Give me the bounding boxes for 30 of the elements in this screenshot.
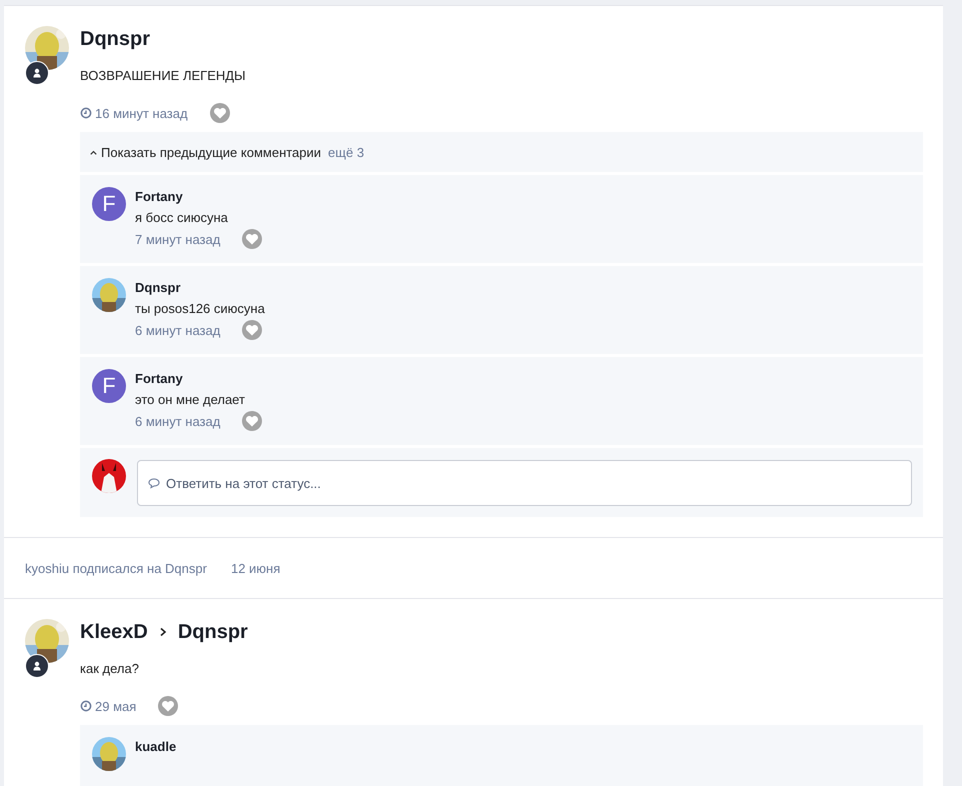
- status-text: как дела?: [80, 661, 140, 676]
- show-previous-comments-link[interactable]: Показать предыдущие комментарии: [101, 144, 322, 160]
- clock-icon: [80, 107, 92, 119]
- speech-bubble-icon: [148, 477, 160, 489]
- comment-time: 7 минут назад: [135, 232, 220, 246]
- reply-field[interactable]: Ответить на этот статус...: [137, 460, 912, 506]
- post-time: 29 мая: [95, 698, 136, 714]
- author-link[interactable]: KleexD: [80, 620, 148, 644]
- recipient-link[interactable]: Dqnspr: [178, 620, 248, 644]
- comment-time: 6 минут назад: [135, 322, 220, 338]
- letter-avatar: F: [92, 187, 126, 221]
- activity-text: kyoshiu подписался на Dqnspr: [25, 560, 207, 576]
- activity-time: 12 июня: [230, 560, 280, 576]
- comment-time: 6 минут назад: [135, 414, 220, 428]
- clock-icon: [80, 700, 92, 712]
- comment-text: ты posos126 сиюсуна: [135, 301, 265, 316]
- comment-author-link[interactable]: Fortany: [135, 189, 262, 204]
- comment-text: это он мне делает: [135, 392, 246, 407]
- comment-text: я босс сиюсуна: [135, 210, 229, 225]
- letter-avatar: F: [92, 369, 126, 403]
- user-badge-icon: [25, 61, 49, 85]
- comment-author-link[interactable]: Fortany: [135, 371, 262, 386]
- chevron-right-icon: [158, 627, 168, 637]
- post-time: 16 минут назад: [95, 106, 188, 120]
- more-count: ещё 3: [328, 144, 364, 160]
- user-badge-icon: [25, 654, 49, 678]
- comment-author-link[interactable]: kuadle: [135, 739, 176, 754]
- author-link[interactable]: Dqnspr: [80, 28, 150, 50]
- comment-author-link[interactable]: Dqnspr: [135, 280, 265, 295]
- status-text: ВОЗВРАШЕНИЕ ЛЕГЕНДЫ: [80, 68, 247, 83]
